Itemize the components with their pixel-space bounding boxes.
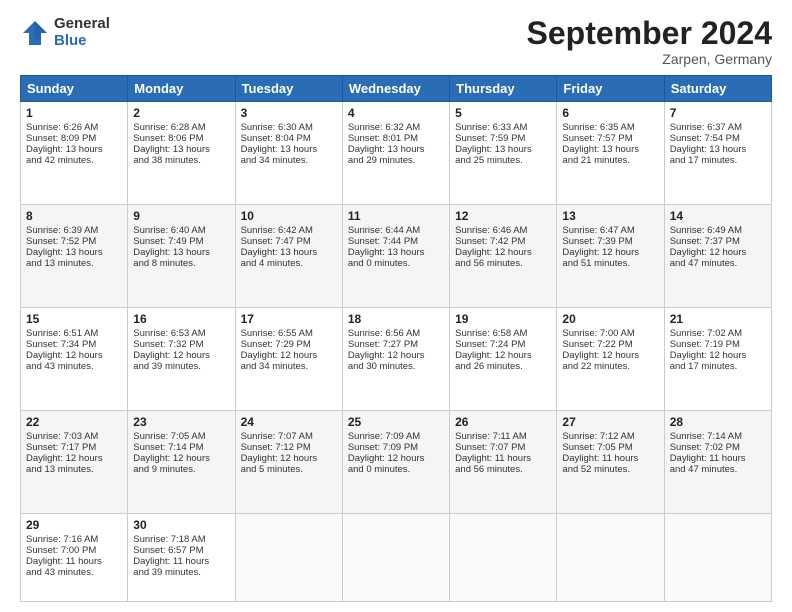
main-title: September 2024 <box>527 16 772 51</box>
logo-general-text: General <box>54 16 110 33</box>
page: General Blue September 2024 Zarpen, Germ… <box>0 0 792 612</box>
col-tuesday: Tuesday <box>235 76 342 102</box>
day-16: 16 Sunrise: 6:53 AMSunset: 7:32 PMDaylig… <box>128 308 235 411</box>
day-19: 19 Sunrise: 6:58 AMSunset: 7:24 PMDaylig… <box>450 308 557 411</box>
title-block: September 2024 Zarpen, Germany <box>527 16 772 67</box>
day-15: 15 Sunrise: 6:51 AMSunset: 7:34 PMDaylig… <box>21 308 128 411</box>
day-3: 3 Sunrise: 6:30 AMSunset: 8:04 PMDayligh… <box>235 102 342 205</box>
day-25: 25 Sunrise: 7:09 AMSunset: 7:09 PMDaylig… <box>342 411 449 514</box>
day-1: 1 Sunrise: 6:26 AMSunset: 8:09 PMDayligh… <box>21 102 128 205</box>
col-sunday: Sunday <box>21 76 128 102</box>
day-5: 5 Sunrise: 6:33 AMSunset: 7:59 PMDayligh… <box>450 102 557 205</box>
day-14: 14 Sunrise: 6:49 AMSunset: 7:37 PMDaylig… <box>664 205 771 308</box>
day-11: 11 Sunrise: 6:44 AMSunset: 7:44 PMDaylig… <box>342 205 449 308</box>
col-wednesday: Wednesday <box>342 76 449 102</box>
col-friday: Friday <box>557 76 664 102</box>
col-thursday: Thursday <box>450 76 557 102</box>
col-saturday: Saturday <box>664 76 771 102</box>
week-3: 15 Sunrise: 6:51 AMSunset: 7:34 PMDaylig… <box>21 308 772 411</box>
day-28: 28 Sunrise: 7:14 AMSunset: 7:02 PMDaylig… <box>664 411 771 514</box>
logo-text: General Blue <box>54 16 110 49</box>
day-30: 30 Sunrise: 7:18 AMSunset: 6:57 PMDaylig… <box>128 514 235 602</box>
subtitle: Zarpen, Germany <box>527 51 772 67</box>
logo-blue-text: Blue <box>54 33 110 50</box>
week-4: 22 Sunrise: 7:03 AMSunset: 7:17 PMDaylig… <box>21 411 772 514</box>
day-18: 18 Sunrise: 6:56 AMSunset: 7:27 PMDaylig… <box>342 308 449 411</box>
day-29: 29 Sunrise: 7:16 AMSunset: 7:00 PMDaylig… <box>21 514 128 602</box>
day-17: 17 Sunrise: 6:55 AMSunset: 7:29 PMDaylig… <box>235 308 342 411</box>
day-6: 6 Sunrise: 6:35 AMSunset: 7:57 PMDayligh… <box>557 102 664 205</box>
day-8: 8 Sunrise: 6:39 AMSunset: 7:52 PMDayligh… <box>21 205 128 308</box>
day-4: 4 Sunrise: 6:32 AMSunset: 8:01 PMDayligh… <box>342 102 449 205</box>
day-24: 24 Sunrise: 7:07 AMSunset: 7:12 PMDaylig… <box>235 411 342 514</box>
header-row: Sunday Monday Tuesday Wednesday Thursday… <box>21 76 772 102</box>
day-empty-2 <box>342 514 449 602</box>
day-empty-5 <box>664 514 771 602</box>
week-5: 29 Sunrise: 7:16 AMSunset: 7:00 PMDaylig… <box>21 514 772 602</box>
calendar-table: Sunday Monday Tuesday Wednesday Thursday… <box>20 75 772 602</box>
day-20: 20 Sunrise: 7:00 AMSunset: 7:22 PMDaylig… <box>557 308 664 411</box>
day-2: 2 Sunrise: 6:28 AMSunset: 8:06 PMDayligh… <box>128 102 235 205</box>
day-21: 21 Sunrise: 7:02 AMSunset: 7:19 PMDaylig… <box>664 308 771 411</box>
day-empty-3 <box>450 514 557 602</box>
header: General Blue September 2024 Zarpen, Germ… <box>20 16 772 67</box>
week-1: 1 Sunrise: 6:26 AMSunset: 8:09 PMDayligh… <box>21 102 772 205</box>
day-10: 10 Sunrise: 6:42 AMSunset: 7:47 PMDaylig… <box>235 205 342 308</box>
day-26: 26 Sunrise: 7:11 AMSunset: 7:07 PMDaylig… <box>450 411 557 514</box>
day-9: 9 Sunrise: 6:40 AMSunset: 7:49 PMDayligh… <box>128 205 235 308</box>
logo: General Blue <box>20 16 110 49</box>
day-13: 13 Sunrise: 6:47 AMSunset: 7:39 PMDaylig… <box>557 205 664 308</box>
day-22: 22 Sunrise: 7:03 AMSunset: 7:17 PMDaylig… <box>21 411 128 514</box>
day-7: 7 Sunrise: 6:37 AMSunset: 7:54 PMDayligh… <box>664 102 771 205</box>
day-12: 12 Sunrise: 6:46 AMSunset: 7:42 PMDaylig… <box>450 205 557 308</box>
week-2: 8 Sunrise: 6:39 AMSunset: 7:52 PMDayligh… <box>21 205 772 308</box>
logo-icon <box>20 18 50 48</box>
day-27: 27 Sunrise: 7:12 AMSunset: 7:05 PMDaylig… <box>557 411 664 514</box>
col-monday: Monday <box>128 76 235 102</box>
day-empty-1 <box>235 514 342 602</box>
day-23: 23 Sunrise: 7:05 AMSunset: 7:14 PMDaylig… <box>128 411 235 514</box>
day-empty-4 <box>557 514 664 602</box>
